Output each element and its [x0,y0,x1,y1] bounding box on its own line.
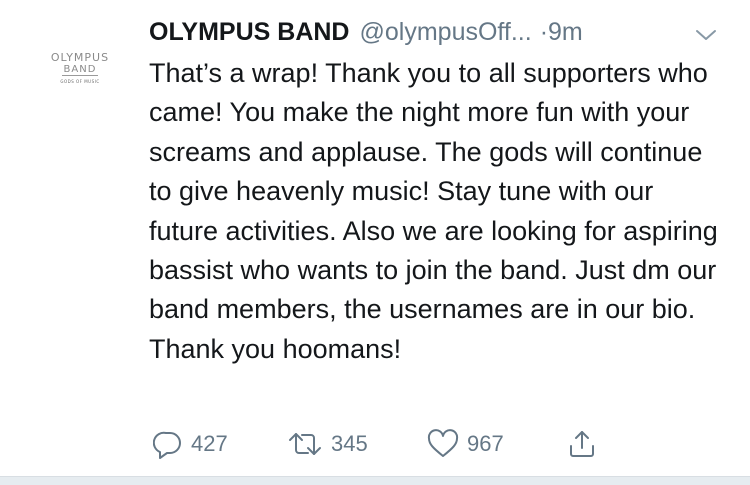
avatar[interactable]: OLYMPUS BAND GODS OF MUSIC [30,52,130,112]
chevron-down-icon[interactable] [692,24,720,46]
retweet-count: 345 [331,431,368,456]
retweet-icon [287,429,323,459]
display-name[interactable]: OLYMPUS BAND [149,18,350,47]
share-icon [567,429,597,459]
share-button[interactable] [567,426,597,462]
like-count: 967 [467,431,504,456]
avatar-logo-line2: BAND [61,64,99,76]
like-button[interactable]: 967 [427,426,504,462]
avatar-logo-line1: OLYMPUS [50,51,110,64]
reply-icon [153,429,183,459]
heart-icon [427,429,459,459]
tweet[interactable]: OLYMPUS BAND GODS OF MUSIC OLYMPUS BAND … [0,0,750,485]
username-handle[interactable]: @olympusOff... [360,18,532,47]
retweet-button[interactable]: 345 [287,426,368,462]
tweet-divider [0,476,750,485]
timestamp[interactable]: ·9m [540,18,583,47]
tweet-text: That’s a wrap! Thank you to all supporte… [149,58,718,364]
tweet-header: OLYMPUS BAND @olympusOff... ·9m [149,18,583,54]
tweet-actions: 427 345 967 [0,426,750,462]
reply-count: 427 [191,431,228,456]
avatar-logo-line3: GODS OF MUSIC [60,79,100,84]
reply-button[interactable]: 427 [153,426,228,462]
